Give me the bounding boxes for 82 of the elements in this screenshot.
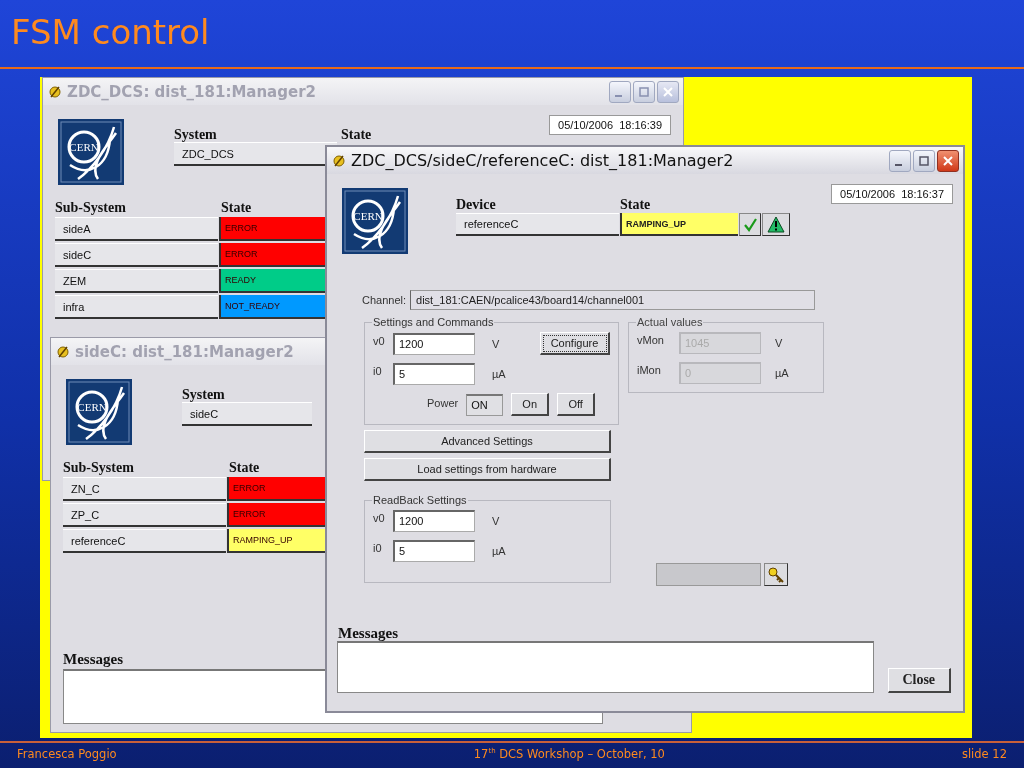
window-title: ZDC_DCS: dist_181:Manager2 [67, 82, 316, 101]
unit-label: µA [491, 545, 507, 557]
input-field[interactable]: 1200 [393, 510, 475, 532]
key-button[interactable] [764, 563, 788, 586]
group-label: ReadBack Settings [372, 494, 468, 506]
input-field[interactable]: 5 [393, 540, 475, 562]
load-settings-button[interactable]: Load settings from hardware [364, 458, 611, 481]
maximize-icon [918, 154, 930, 167]
subsystem-cell: ZN_C [63, 477, 226, 501]
advanced-settings-button[interactable]: Advanced Settings [364, 430, 611, 453]
app-icon [55, 343, 71, 360]
input-field[interactable]: 1200 [393, 332, 475, 355]
system-field: sideC [182, 402, 312, 426]
logo: CERN [342, 188, 408, 254]
unit-label: V [491, 337, 501, 350]
messages-label: Messages [63, 652, 124, 667]
channel-field: dist_181:CAEN/pcalice43/board14/channel001 [410, 290, 816, 310]
maximize-button[interactable] [913, 149, 935, 172]
unit-label: µA [491, 368, 507, 380]
subsystem-cell: sideC [55, 243, 218, 267]
subsystem-cell: infra [55, 295, 218, 319]
minimize-icon [894, 163, 902, 166]
field-label: Power [427, 396, 459, 409]
column-header: Sub-System [55, 200, 127, 215]
group-label: Actual values [636, 316, 704, 328]
group-label: Settings and Commands [372, 316, 495, 328]
slide-number: slide 12 [961, 747, 1007, 761]
system-field: ZDC_DCS [174, 142, 337, 166]
close-button[interactable]: Close [887, 668, 951, 693]
column-header: Sub-System [63, 460, 135, 475]
field-label: Channel: [362, 294, 407, 306]
acknowledge-button[interactable] [739, 213, 761, 236]
field-label: Device [456, 197, 497, 213]
device-field: referenceC [456, 213, 619, 236]
subsystem-cell: ZEM [55, 269, 218, 293]
field-label: iMon [637, 364, 662, 376]
footer-author: Francesca Poggio [17, 747, 117, 761]
input-field[interactable]: 5 [393, 363, 475, 385]
subsystem-cell: sideA [55, 217, 218, 241]
warning-icon [767, 215, 785, 234]
on-button[interactable]: On [511, 393, 550, 416]
app-icon [331, 152, 347, 169]
field-label: i0 [373, 365, 383, 377]
unit-label: µA [774, 367, 790, 379]
column-header: State [228, 460, 261, 475]
unit-label: V [491, 515, 501, 527]
maximize-icon [638, 85, 650, 98]
field-label: i0 [373, 542, 383, 554]
logo: CERN [66, 379, 132, 445]
alert-button[interactable] [762, 213, 790, 236]
field-label: State [341, 127, 372, 142]
input-field[interactable] [656, 563, 761, 586]
configure-button[interactable]: Configure [540, 332, 610, 355]
check-icon [742, 217, 758, 232]
field-label: vMon [637, 334, 665, 346]
field-label: System [182, 387, 226, 402]
column-header: State [220, 200, 253, 215]
close-button[interactable] [937, 149, 959, 172]
minimize-button[interactable] [889, 149, 911, 172]
field-label: State [620, 197, 652, 213]
logo: CERN [58, 119, 124, 185]
close-icon [662, 85, 674, 98]
off-button[interactable]: Off [557, 393, 596, 416]
messages-label: Messages [338, 626, 399, 641]
date-time: 05/10/2006 18:16:39 [549, 115, 671, 135]
key-icon [767, 565, 785, 584]
footer-event: 17$^{th}$ DCS Workshop – October, 10 [473, 747, 665, 761]
unit-label: V [774, 337, 784, 349]
field-label: System [174, 127, 218, 142]
subsystem-cell: referenceC [63, 529, 226, 553]
window-title: sideC: dist_181:Manager2 [75, 342, 294, 361]
slide-title: FSM control [10, 11, 210, 53]
date-time: 05/10/2006 18:16:37 [831, 184, 953, 204]
state-cell: RAMPING_UP [620, 213, 738, 236]
window-title: ZDC_DCS/sideC/referenceC: dist_181:Manager2 [351, 151, 734, 170]
close-icon [942, 154, 954, 167]
field-label: v0 [373, 512, 386, 524]
power-status: ON [466, 393, 504, 416]
app-icon [47, 83, 63, 100]
field-label: v0 [373, 334, 386, 347]
minimize-icon [614, 94, 622, 97]
subsystem-cell: ZP_C [63, 503, 226, 527]
